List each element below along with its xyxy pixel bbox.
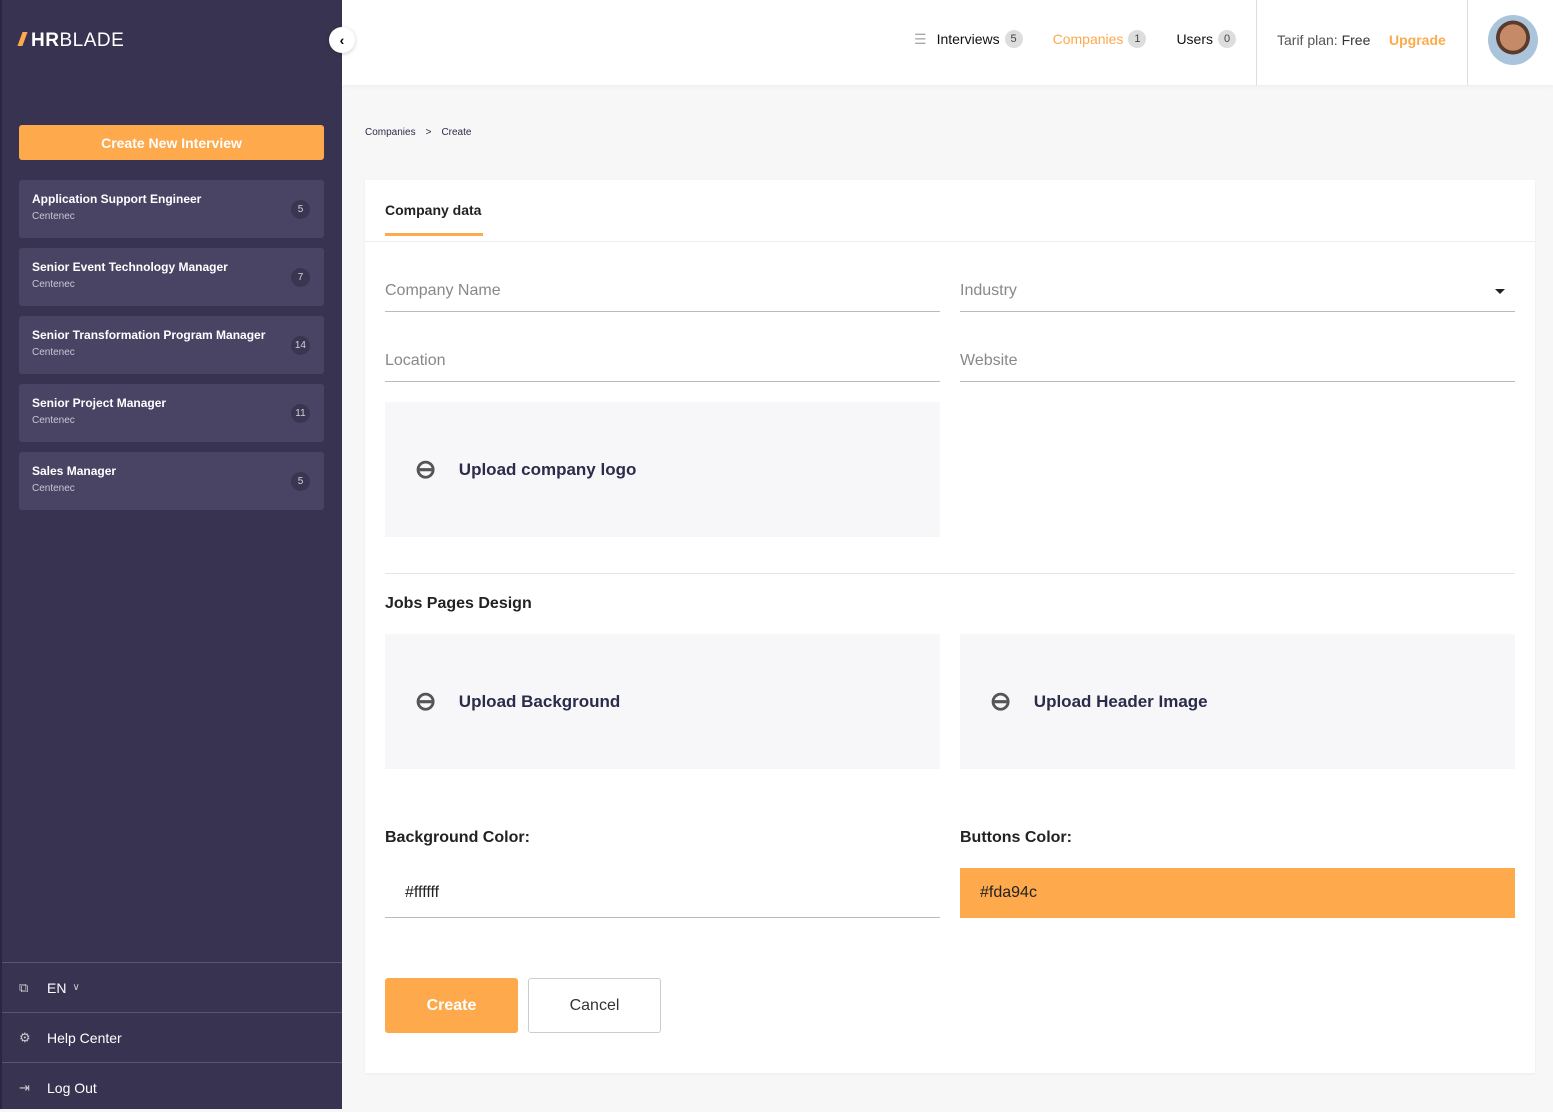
job-count: 7 [291,268,310,287]
background-color-input[interactable]: #ffffff [385,868,940,918]
job-title: Senior Transformation Program Manager [32,328,266,342]
upload-logo-label: Upload company logo [458,459,637,479]
upload-background-button[interactable]: ⊘ Upload Background [385,634,940,769]
job-company: Centenec [32,415,75,426]
collapse-sidebar-button[interactable]: ‹ [329,27,355,53]
paperclip-icon: ⊘ [982,682,1020,720]
upload-background-label: Upload Background [458,691,621,711]
job-company: Centenec [32,347,75,358]
company-name-input[interactable]: Company Name [385,267,940,312]
sidebar-bottom: ⧉ EN ∨ ⚙ Help Center ⇥ Log Out [2,962,342,1112]
buttons-color-input[interactable]: #fda94c [960,868,1515,918]
nav-label: Users [1176,31,1213,47]
breadcrumb: Companies > Create [365,127,481,138]
paperclip-icon: ⊘ [407,682,445,720]
job-title: Sales Manager [32,464,117,478]
cancel-button[interactable]: Cancel [528,978,661,1033]
divider [1256,0,1257,85]
tarif-plan: Tarif plan: Free [1277,32,1370,48]
language-select[interactable]: ⧉ EN ∨ [2,962,342,1012]
create-button[interactable]: Create [385,978,518,1033]
nav-label: Companies [1052,31,1124,47]
language-icon: ⧉ [19,979,29,995]
job-company: Centenec [32,483,75,494]
tab-divider [365,241,1535,242]
help-label: Help Center [47,1029,122,1046]
nav-label: Interviews [936,31,1000,47]
tarif-value: Free [1341,32,1371,48]
upload-header-label: Upload Header Image [1033,691,1208,711]
location-input[interactable]: Location [385,337,940,382]
gear-icon: ⚙ [19,1029,31,1045]
create-new-interview-button[interactable]: Create New Interview [19,125,324,160]
breadcrumb-companies[interactable]: Companies [365,127,416,138]
job-count: 11 [291,404,310,423]
divider [1467,0,1468,85]
upload-header-button[interactable]: ⊘ Upload Header Image [960,634,1515,769]
job-count: 5 [291,472,310,491]
interview-list: Application Support Engineer Centenec 5 Se… [19,180,324,520]
interview-item[interactable]: Senior Project Manager Centenec 11 [19,384,324,442]
job-title: Senior Project Manager [32,396,167,410]
nav-badge: 0 [1218,30,1236,48]
nav-users[interactable]: Users 0 [1176,30,1236,48]
breadcrumb-create: Create [441,127,472,138]
nav-badge: 1 [1128,30,1147,48]
logo: HRBLADE [17,30,125,52]
chevron-left-icon: ‹ [339,32,345,48]
sidebar: HRBLADE Create New Interview Application… [0,0,342,1109]
topbar: ☰ Interviews 5 Companies 1 Users 0 [342,0,1553,85]
buttons-color-label: Buttons Color: [960,829,1072,846]
job-count: 14 [290,336,310,355]
top-nav: ☰ Interviews 5 Companies 1 Users 0 [884,30,1236,48]
nav-interviews[interactable]: ☰ Interviews 5 [914,30,1023,48]
interview-item[interactable]: Application Support Engineer Centenec 5 [19,180,324,238]
upload-logo-button[interactable]: ⊘ Upload company logo [385,402,940,537]
list-icon: ☰ [914,30,927,47]
interview-item[interactable]: Sales Manager Centenec 5 [19,452,324,510]
nav-companies[interactable]: Companies 1 [1053,30,1147,48]
background-color-label: Background Color: [385,829,530,846]
job-count: 5 [291,200,310,219]
industry-placeholder: Industry [960,282,1017,299]
section-divider [385,573,1515,574]
logout-icon: ⇥ [19,1079,30,1095]
logo-bold: HR [31,30,60,51]
section-title: Jobs Pages Design [385,595,532,612]
paperclip-icon: ⊘ [407,450,445,488]
language-label: EN [47,979,67,996]
interview-item[interactable]: Senior Transformation Program Manager Cen… [19,316,324,374]
tab-company-data[interactable]: Company data [385,202,483,236]
avatar[interactable] [1488,15,1538,65]
upgrade-link[interactable]: Upgrade [1389,32,1446,48]
website-input[interactable]: Website [960,337,1515,382]
chevron-down-icon: ∨ [72,982,80,993]
tarif-label: Tarif plan: [1277,32,1338,48]
job-title: Application Support Engineer [32,192,202,206]
breadcrumb-separator: > [425,127,432,138]
industry-select[interactable]: Industry [960,267,1515,312]
caret-down-icon [1495,289,1505,299]
interview-item[interactable]: Senior Event Technology Manager Centenec 7 [19,248,324,306]
logout-link[interactable]: ⇥ Log Out [2,1062,342,1112]
logout-label: Log Out [47,1079,97,1096]
job-company: Centenec [32,279,75,290]
nav-badge: 5 [1004,30,1023,48]
job-company: Centenec [32,211,75,222]
logo-light: BLADE [59,30,125,51]
help-center-link[interactable]: ⚙ Help Center [2,1012,342,1062]
job-title: Senior Event Technology Manager [32,260,228,274]
company-form-card: Company data Company Name Industry Locat… [365,180,1535,1073]
